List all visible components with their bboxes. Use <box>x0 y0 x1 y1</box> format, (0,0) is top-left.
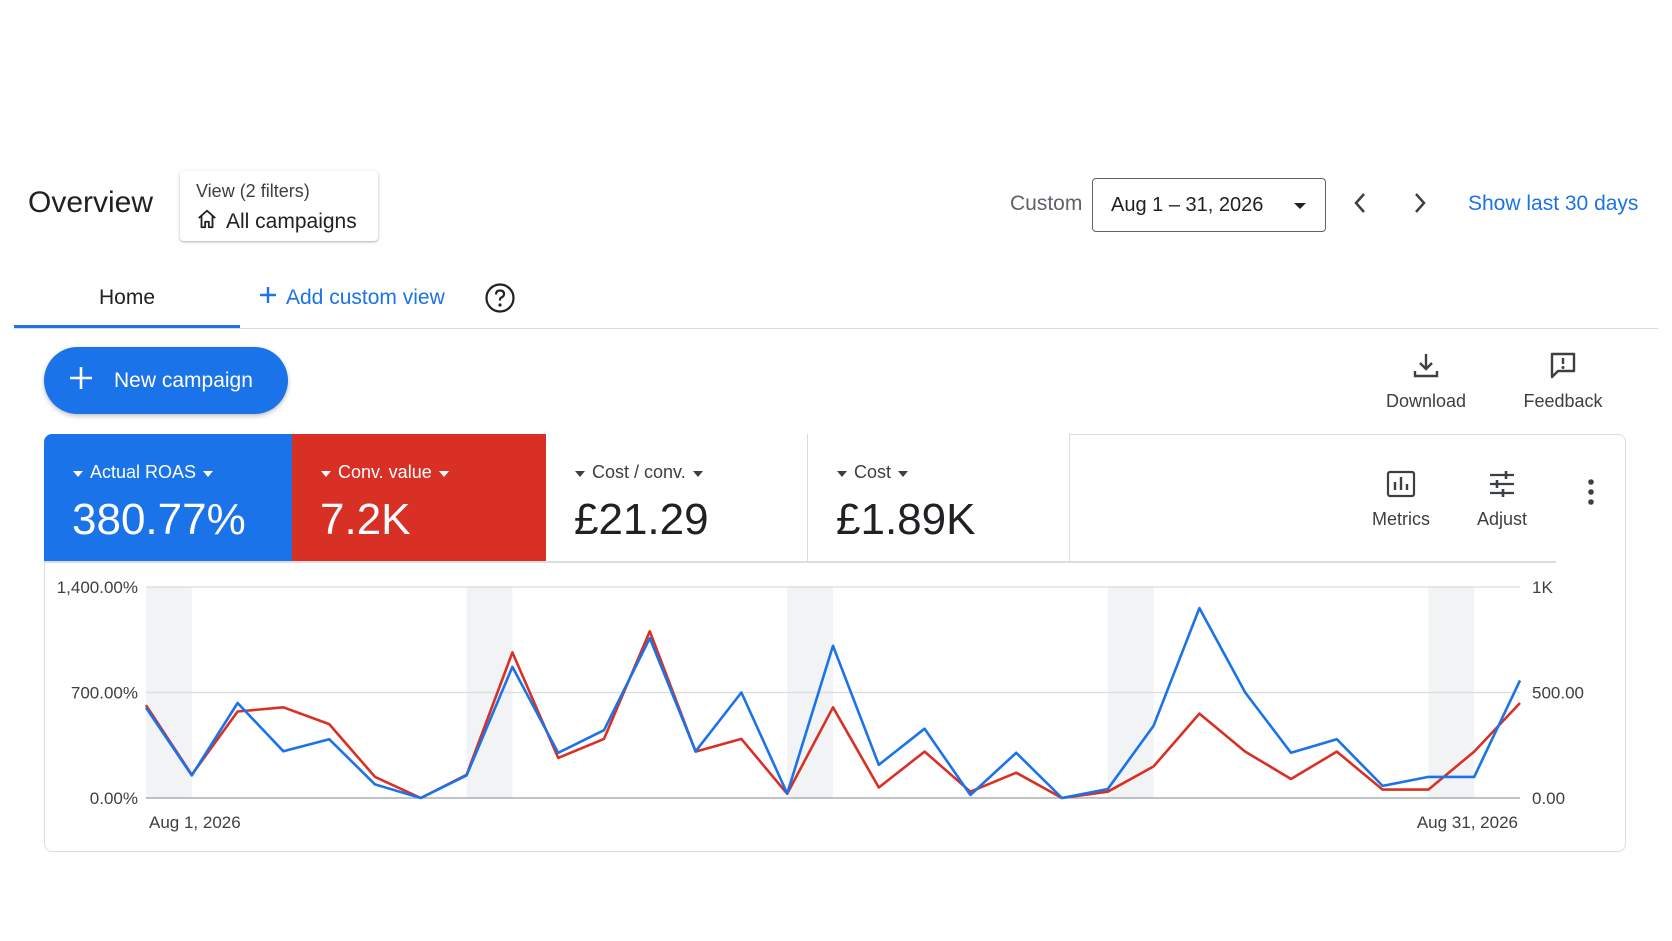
y-right-tick-label: 1K <box>1532 578 1553 597</box>
y-right-tick-label: 0.00 <box>1532 789 1565 808</box>
y-left-tick-label: 1,400.00% <box>57 578 138 597</box>
y-left-tick-label: 0.00% <box>90 789 138 808</box>
x-tick-label: Aug 31, 2026 <box>1417 813 1518 832</box>
y-left-tick-label: 700.00% <box>71 684 138 703</box>
y-right-tick-label: 500.00 <box>1532 684 1584 703</box>
x-tick-label: Aug 1, 2026 <box>149 813 241 832</box>
performance-line-chart: 1,400.00% 1K 700.00% 500.00 0.00% 0.00 Aug 1, … <box>57 578 1584 832</box>
